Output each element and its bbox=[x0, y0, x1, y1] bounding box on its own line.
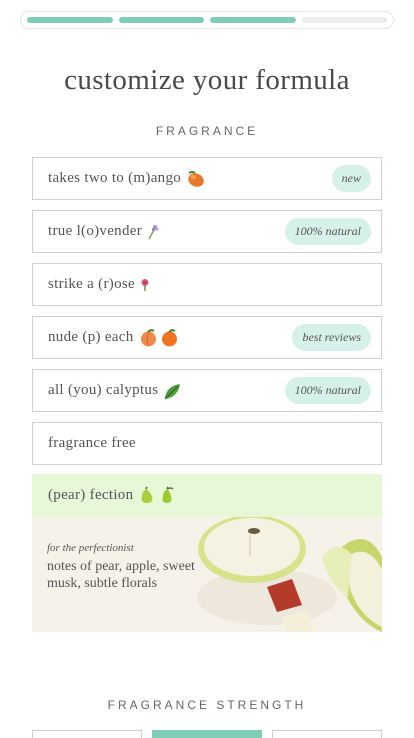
progress-step-1 bbox=[27, 17, 113, 23]
fragrance-strength-label: FRAGRANCE STRENGTH bbox=[107, 698, 307, 712]
detail-tagline: for the perfectionist bbox=[47, 542, 134, 554]
peach-icon bbox=[140, 328, 156, 346]
option-label: (pear) fection bbox=[48, 487, 134, 503]
mango-icon bbox=[188, 170, 204, 187]
fragrance-option-lavender[interactable]: true l(o)vender 100% natural bbox=[32, 210, 382, 253]
lavender-icon bbox=[148, 224, 159, 239]
page-title: customize your formula bbox=[64, 64, 350, 96]
option-label: nude (p) each bbox=[48, 329, 134, 345]
fragrance-option-free[interactable]: fragrance free bbox=[32, 422, 382, 465]
progress-step-2 bbox=[118, 17, 204, 23]
natural-badge: 100% natural bbox=[284, 218, 371, 245]
fragrance-option-eucalyptus[interactable]: all (you) calyptus 100% natural bbox=[32, 369, 382, 412]
pear-icon bbox=[162, 486, 174, 503]
peach-icon bbox=[161, 328, 177, 346]
option-label: fragrance free bbox=[48, 435, 136, 451]
fragrance-option-pear[interactable]: (pear) fection bbox=[32, 474, 382, 517]
best-reviews-badge: best reviews bbox=[292, 324, 371, 351]
natural-badge: 100% natural bbox=[284, 377, 371, 404]
option-label: takes two to (m)ango bbox=[48, 170, 182, 186]
strength-option-medium[interactable] bbox=[152, 730, 262, 738]
progress-step-3 bbox=[210, 17, 296, 23]
pear-icon bbox=[141, 486, 153, 503]
leaf-icon bbox=[164, 383, 181, 399]
option-label: strike a (r)ose bbox=[48, 276, 135, 292]
strength-option-light[interactable] bbox=[32, 730, 142, 738]
fragrance-section-label: FRAGRANCE bbox=[155, 124, 259, 138]
option-label: true l(o)vender bbox=[48, 223, 143, 239]
detail-notes: notes of pear, apple, sweet musk, subtle… bbox=[47, 559, 195, 591]
selected-fragrance-detail: for the perfectionist notes of pear, app… bbox=[32, 517, 382, 632]
option-label: all (you) calyptus bbox=[48, 382, 159, 398]
pear-slices-image bbox=[197, 517, 382, 632]
strength-option-strong[interactable] bbox=[272, 730, 382, 738]
fragrance-option-mango[interactable]: takes two to (m)ango new bbox=[32, 157, 382, 200]
rose-icon bbox=[141, 278, 149, 291]
fragrance-option-peach[interactable]: nude (p) each best reviews bbox=[32, 316, 382, 359]
progress-step-4 bbox=[301, 17, 387, 23]
fragrance-option-rose[interactable]: strike a (r)ose bbox=[32, 263, 382, 306]
progress-bar bbox=[20, 11, 394, 29]
strength-selector bbox=[32, 730, 382, 738]
new-badge: new bbox=[331, 165, 371, 192]
